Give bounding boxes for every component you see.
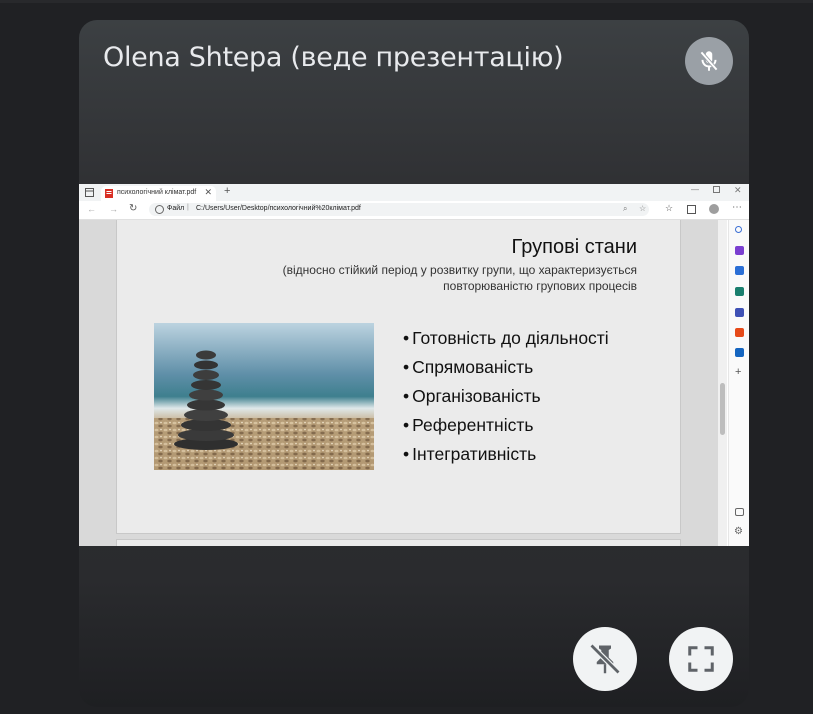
profile-avatar[interactable]	[709, 204, 719, 214]
browser-address-bar: ← → ↻ Файл | C:/Users/User/Desktop/психо…	[79, 201, 749, 220]
outlook-icon[interactable]	[735, 348, 744, 357]
games-icon[interactable]	[735, 308, 744, 317]
favorites-icon[interactable]: ☆	[665, 203, 673, 214]
pdf-scrollbar[interactable]	[718, 220, 727, 546]
window-minimize-icon[interactable]: —	[691, 185, 699, 194]
info-icon	[155, 205, 164, 214]
zoom-icon[interactable]: ⌕	[623, 204, 627, 214]
copilot-icon[interactable]	[735, 246, 744, 255]
mic-off-icon	[700, 51, 718, 71]
forward-icon[interactable]: →	[109, 204, 118, 214]
shopping-icon[interactable]	[735, 266, 744, 275]
url-prefix: Файл	[167, 205, 185, 212]
window-restore-icon[interactable]	[713, 186, 720, 193]
back-icon[interactable]: ←	[87, 204, 96, 214]
tab-actions-icon	[85, 188, 94, 197]
browser-sidebar: + ⚙	[728, 220, 749, 546]
pdf-viewer: Групові стани (відносно стійкий період у…	[79, 220, 727, 546]
sidebar-add-icon[interactable]: +	[735, 366, 741, 378]
tab-close-icon[interactable]: ✕	[204, 187, 212, 198]
fullscreen-icon	[688, 646, 714, 672]
search-icon[interactable]	[735, 226, 742, 233]
tools-icon[interactable]	[735, 287, 744, 296]
browser-tab-bar: психологічний клімат.pdf ✕ + — ✕	[79, 184, 749, 202]
stacked-stones-photo	[154, 323, 374, 470]
collections-icon[interactable]	[687, 205, 696, 214]
bullet-item: Готовність до діяльності	[403, 324, 609, 353]
slide-bullet-list: Готовність до діяльності Спрямованість О…	[403, 324, 609, 469]
top-bar-remnant	[0, 0, 813, 3]
window-close-icon[interactable]: ✕	[734, 185, 742, 196]
slide-subtitle: (відносно стійкий період у розвитку груп…	[282, 263, 637, 293]
browser-tab[interactable]: психологічний клімат.pdf ✕	[101, 186, 216, 201]
shared-screen: психологічний клімат.pdf ✕ + — ✕ ← → ↻ Ф…	[79, 184, 749, 546]
sidebar-layout-icon[interactable]	[735, 508, 744, 516]
bullet-item: Спрямованість	[403, 353, 609, 382]
url-separator: |	[187, 204, 189, 211]
sidebar-settings-icon[interactable]: ⚙	[734, 526, 743, 537]
new-tab-icon[interactable]: +	[224, 185, 230, 197]
scrollbar-thumb[interactable]	[720, 383, 725, 435]
slide-page: Групові стани (відносно стійкий період у…	[116, 220, 681, 534]
participant-tile: Olena Shtepa (веде презентацію) психолог…	[79, 20, 749, 707]
slide-title: Групові стани	[511, 236, 637, 258]
pdf-icon	[105, 189, 113, 198]
unpin-icon	[589, 643, 621, 675]
url-text: C:/Users/User/Desktop/психологічний%20кл…	[196, 205, 361, 212]
next-slide-page	[116, 539, 681, 546]
mic-muted-indicator[interactable]	[685, 37, 733, 85]
fullscreen-button[interactable]	[669, 627, 733, 691]
bullet-item: Референтність	[403, 411, 609, 440]
bullet-item: Інтегративність	[403, 440, 609, 469]
reload-icon[interactable]: ↻	[129, 203, 137, 214]
tab-title: психологічний клімат.pdf	[117, 189, 197, 196]
unpin-button[interactable]	[573, 627, 637, 691]
favorite-add-icon[interactable]: ☆	[639, 204, 646, 213]
bullet-item: Організованість	[403, 382, 609, 411]
office-icon[interactable]	[735, 328, 744, 337]
presenter-name: Olena Shtepa (веде презентацію)	[103, 42, 564, 73]
url-field[interactable]: Файл | C:/Users/User/Desktop/психологічн…	[149, 203, 649, 216]
more-icon[interactable]: ⋯	[732, 202, 742, 213]
